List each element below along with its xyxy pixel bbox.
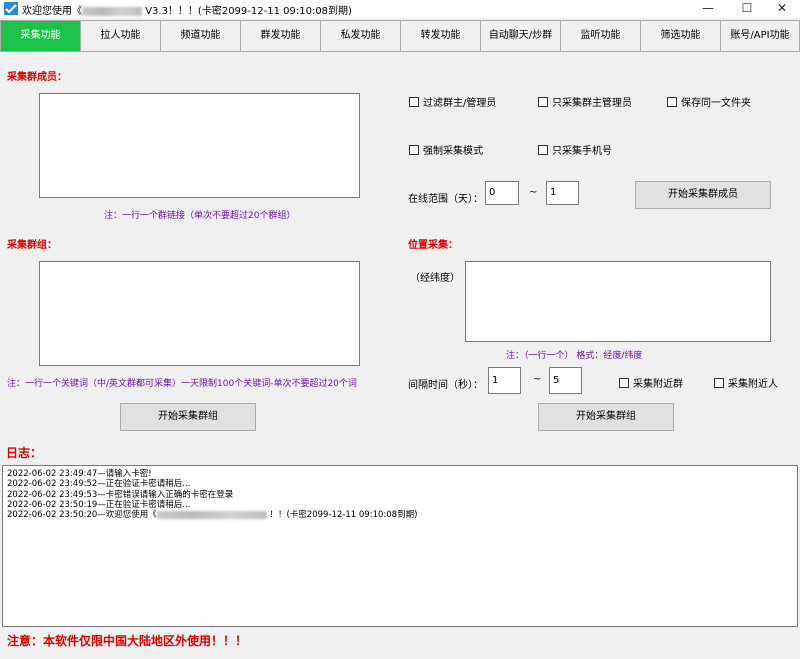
title-bar: 欢迎您使用《 V3.3！！！(卡密2099-12-11 09:10:08到期) …: [0, 0, 800, 18]
checkbox-label: 保存同一文件夹: [681, 98, 751, 109]
checkbox-box: [538, 96, 548, 107]
footer-warning: 注意：本软件仅限中国大陆地区外使用！！！: [7, 634, 248, 648]
nearby-people-checkbox[interactable]: 采集附近人: [714, 375, 778, 390]
members-title: 采集群成员：: [7, 72, 67, 83]
groups-title: 采集群组：: [7, 240, 57, 251]
checkbox-label: 过滤群主/管理员: [423, 98, 497, 109]
tab-bar: 采集功能 拉人功能 频道功能 群发功能 私发功能 转发功能 自动聊天/炒群 监听…: [0, 20, 800, 52]
log-line-text: 2022-06-02 23:50:20—欢迎您使用《: [7, 510, 157, 521]
tab-filter[interactable]: 筛选功能: [640, 20, 720, 52]
tab-group-send[interactable]: 群发功能: [240, 20, 320, 52]
tab-label: 账号/API功能: [730, 30, 790, 41]
close-button[interactable]: ✕: [764, 0, 800, 18]
interval-label: 间隔时间（秒）：: [408, 380, 483, 391]
checkbox-box: [409, 96, 419, 107]
coordinates-textarea[interactable]: [465, 261, 771, 342]
minimize-icon: —: [702, 1, 714, 15]
tab-collect[interactable]: 采集功能: [0, 20, 80, 52]
tab-label: 群发功能: [260, 30, 301, 41]
tab-label: 频道功能: [180, 30, 221, 41]
checkbox-label: 只采集手机号: [552, 146, 612, 157]
log-textarea[interactable]: 2022-06-02 23:49:47—请输入卡密! 2022-06-02 23…: [2, 465, 798, 627]
start-collect-members-button[interactable]: 开始采集群成员: [635, 181, 771, 209]
interval-tilde: ~: [533, 374, 542, 385]
groups-note: 注：一行一个关键词（中/英文群都可采集）一天限制100个关键词-单次不要超过20…: [7, 379, 357, 389]
location-title: 位置采集：: [408, 240, 458, 251]
tab-label: 筛选功能: [660, 30, 701, 41]
tab-label: 私发功能: [340, 30, 381, 41]
tab-forward[interactable]: 转发功能: [400, 20, 480, 52]
tab-label: 拉人功能: [100, 30, 141, 41]
minimize-button[interactable]: —: [690, 0, 726, 18]
online-from-value: 0: [489, 187, 496, 198]
start-collect-location-button[interactable]: 开始采集群组: [538, 403, 674, 431]
log-line: 2022-06-02 23:49:53—卡密错误请输入正确的卡密在登录: [7, 489, 234, 500]
start-collect-groups-button[interactable]: 开始采集群组: [120, 403, 256, 431]
checkbox-box: [409, 144, 419, 155]
maximize-button[interactable]: ☐: [729, 0, 765, 18]
app-icon: [4, 2, 18, 15]
tab-account-api[interactable]: 账号/API功能: [720, 20, 800, 52]
log-line: 2022-06-02 23:50:19—正在验证卡密请稍后...: [7, 499, 191, 510]
filter-admin-checkbox[interactable]: 过滤群主/管理员: [409, 94, 496, 109]
tab-channel[interactable]: 频道功能: [160, 20, 240, 52]
interval-to-input[interactable]: 5: [549, 367, 582, 394]
location-note: 注：（一行一个） 格式：经度/纬度: [506, 351, 643, 361]
tab-auto-chat[interactable]: 自动聊天/炒群: [480, 20, 560, 52]
window-title-suffix: V3.3！！！(卡密2099-12-11 09:10:08到期): [145, 6, 352, 17]
nearby-groups-checkbox[interactable]: 采集附近群: [619, 375, 683, 390]
log-title: 日志：: [6, 446, 43, 460]
only-admin-checkbox[interactable]: 只采集群主管理员: [538, 94, 632, 109]
coord-label: （经纬度）: [410, 273, 460, 284]
checkbox-label: 强制采集模式: [423, 146, 483, 157]
online-to-input[interactable]: 1: [546, 181, 579, 205]
interval-from-value: 1: [492, 375, 499, 386]
group-links-textarea[interactable]: [39, 93, 360, 198]
close-icon: ✕: [776, 1, 788, 15]
window-title-prefix: 欢迎您使用《: [22, 6, 82, 17]
online-to-value: 1: [550, 187, 557, 198]
window-title: 欢迎您使用《 V3.3！！！(卡密2099-12-11 09:10:08到期): [22, 2, 352, 17]
checkbox-box: [714, 377, 724, 388]
maximize-icon: ☐: [741, 1, 753, 15]
online-tilde: ~: [529, 187, 538, 198]
members-note: 注：一行一个群链接（单次不要超过20个群组）: [104, 211, 296, 221]
tab-label: 自动聊天/炒群: [488, 30, 553, 41]
log-line-suffix: ！！(卡密2099-12-11 09:10:08到期): [269, 510, 418, 521]
online-range-label: 在线范围（天）：: [408, 194, 483, 205]
tab-label: 监听功能: [580, 30, 621, 41]
tab-label: 转发功能: [420, 30, 461, 41]
online-from-input[interactable]: 0: [485, 181, 519, 205]
checkbox-box: [538, 144, 548, 155]
keywords-textarea[interactable]: [39, 261, 360, 366]
tab-private-send[interactable]: 私发功能: [320, 20, 400, 52]
log-line-welcome: 2022-06-02 23:50:20—欢迎您使用《 ！！(卡密2099-12-…: [7, 510, 793, 520]
redacted-title: [82, 6, 142, 16]
interval-to-value: 5: [553, 375, 560, 386]
same-folder-checkbox[interactable]: 保存同一文件夹: [667, 94, 751, 109]
tab-monitor[interactable]: 监听功能: [560, 20, 640, 52]
log-line: 2022-06-02 23:49:47—请输入卡密!: [7, 469, 152, 479]
checkbox-label: 采集附近群: [633, 379, 683, 390]
interval-from-input[interactable]: 1: [488, 367, 521, 394]
checkbox-box: [667, 96, 677, 107]
force-mode-checkbox[interactable]: 强制采集模式: [409, 142, 483, 157]
tab-pull[interactable]: 拉人功能: [80, 20, 160, 52]
tab-label: 采集功能: [20, 30, 61, 41]
redacted-log-text: [156, 510, 267, 519]
log-line: 2022-06-02 23:49:52—正在验证卡密请稍后...: [7, 479, 191, 490]
checkbox-box: [619, 377, 629, 388]
only-phone-checkbox[interactable]: 只采集手机号: [538, 142, 612, 157]
checkbox-label: 采集附近人: [728, 379, 778, 390]
checkbox-label: 只采集群主管理员: [552, 98, 632, 109]
